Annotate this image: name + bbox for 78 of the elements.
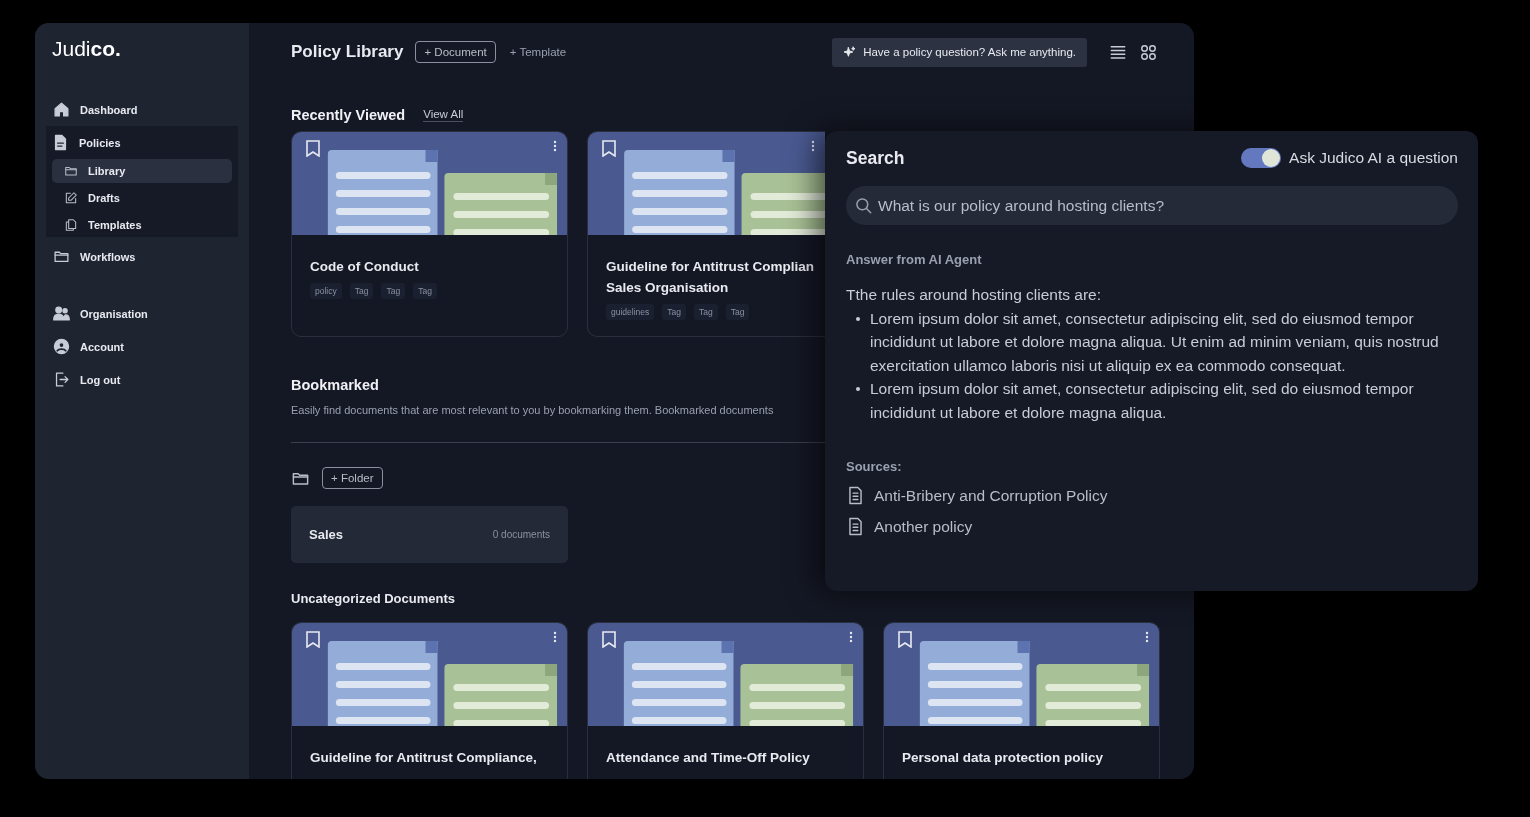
more-icon[interactable] [849, 631, 853, 643]
section-title: Recently Viewed [291, 107, 406, 123]
answer-label: Answer from AI Agent [846, 252, 983, 267]
add-folder-button[interactable]: + Folder [322, 467, 383, 489]
document-card[interactable]: Code of Conduct policy Tag Tag Tag [291, 131, 568, 337]
answer-point: Lorem ipsum dolor sit amet, consectetur adipiscing elit, sed do eiusmod tempor incididunt ut labore et dolore magna aliqua. Ut enim ad minim veniam, quis nostrud exercitation ullamco laboris nisi ut aliquip ex ea commodo consequat. [870, 308, 1440, 376]
grid-view-icon [1139, 42, 1158, 62]
bullet-icon [856, 387, 860, 392]
ask-ai-button[interactable]: Have a policy question? Ask me anything. [832, 37, 1087, 67]
add-document-button[interactable]: + Document [415, 41, 496, 63]
add-template-button[interactable]: + Template [507, 42, 569, 62]
more-icon[interactable] [811, 140, 815, 152]
card-title: Guideline for Antitrust Compliance, [310, 749, 537, 767]
section-description: Easily find documents that are most relevant to you by bookmarking them. Bookmarked documents [291, 404, 774, 416]
sidebar-item[interactable]: Policies [46, 126, 238, 159]
answer-intro: Tthe rules around hosting clients are: [846, 285, 1103, 305]
bookmark-icon[interactable] [306, 631, 320, 648]
edit-icon [64, 191, 78, 205]
source-link[interactable]: Another policy [874, 517, 973, 536]
panel-title: Search [846, 147, 905, 169]
card-title: Guideline for Antitrust Complian Sales Organisation [606, 258, 814, 297]
ai-toggle[interactable] [1241, 148, 1282, 168]
view-all-link[interactable]: View All [423, 108, 464, 122]
sidebar-item[interactable]: Log out [47, 363, 237, 396]
sidebar-item[interactable]: Organisation [47, 297, 237, 330]
document-count: 0 documents [492, 529, 550, 540]
tag: Tag [694, 304, 718, 320]
sidebar-item[interactable]: Account [47, 330, 237, 363]
tag: Tag [413, 283, 437, 299]
tag: Tag [725, 304, 750, 320]
document-icon [846, 486, 865, 506]
logo: Judico. [52, 37, 121, 61]
section-title: Bookmarked [291, 377, 379, 393]
folder-card[interactable]: Sales 0 documents [291, 506, 568, 563]
tag: Tag [381, 283, 406, 299]
document-card[interactable]: Personal data protection policy [883, 622, 1160, 779]
tag: policy [310, 283, 342, 299]
bullet-icon [856, 316, 860, 321]
bookmark-icon[interactable] [306, 140, 320, 157]
sidebar-item[interactable]: Workflows [47, 240, 237, 273]
bookmark-icon[interactable] [898, 631, 912, 648]
tag: Tag [662, 304, 686, 320]
document-card[interactable]: Attendance and Time-Off Policy [587, 622, 864, 779]
answer-point: Lorem ipsum dolor sit amet, consectetur adipiscing elit, sed do eiusmod tempor incididunt ut labore et dolore magna aliqua. [870, 379, 1415, 423]
document-icon [52, 134, 69, 151]
folder-icon [64, 164, 78, 178]
sidebar-subitem[interactable]: Templates [52, 213, 232, 237]
home-icon [53, 101, 70, 118]
list-view-icon [1109, 43, 1127, 61]
logout-icon [53, 371, 70, 388]
more-icon[interactable] [553, 140, 557, 152]
more-icon[interactable] [1145, 631, 1149, 643]
card-title: Personal data protection policy [902, 749, 1104, 767]
copy-icon [64, 218, 78, 232]
sparkle-icon [843, 45, 857, 59]
search-field[interactable]: What is our policy around hosting clients? [846, 186, 1458, 225]
sidebar-subitem[interactable]: Library [52, 159, 232, 183]
document-card[interactable]: Guideline for Antitrust Compliance, [291, 622, 568, 779]
source-link[interactable]: Anti-Bribery and Corruption Policy [874, 486, 1108, 505]
sidebar-item[interactable]: Dashboard [47, 93, 237, 126]
bookmark-icon[interactable] [602, 140, 616, 157]
more-icon[interactable] [553, 631, 557, 643]
sidebar-subitem[interactable]: Drafts [52, 186, 232, 210]
account-icon [53, 338, 70, 355]
tag: Tag [349, 283, 374, 299]
users-icon [53, 305, 70, 322]
tag: guidelines [606, 304, 655, 320]
bookmark-icon[interactable] [602, 631, 616, 648]
search-icon [854, 196, 874, 216]
sources-label: Sources: [846, 459, 903, 475]
document-icon [846, 517, 865, 537]
card-title: Attendance and Time-Off Policy [606, 749, 810, 767]
document-card[interactable]: Guideline for Antitrust Complian Sales Organisation guidelines Tag Tag Tag [587, 131, 825, 337]
section-title: Uncategorized Documents [291, 590, 455, 606]
folder-name: Sales [309, 527, 343, 542]
card-title: Code of Conduct [310, 258, 419, 276]
page-title: Policy Library [291, 42, 404, 62]
toggle-label: Ask Judico AI a question [1289, 149, 1458, 167]
